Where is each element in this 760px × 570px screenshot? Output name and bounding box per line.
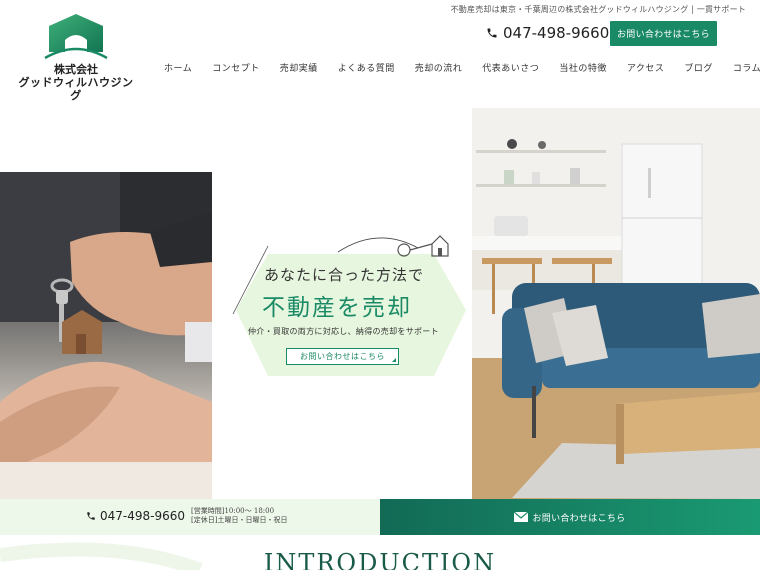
nav-item-blog[interactable]: ブログ — [684, 61, 713, 74]
page: 株式会社 グッドウィルハウジング 不動産売却は東京・千葉周辺の株式会社グッドウィ… — [0, 0, 760, 570]
hero-message-card: あなたに合った方法で 不動産を売却 仲介・買取の両方に対応し、納得の売却をサポー… — [228, 235, 466, 382]
hero-section: あなたに合った方法で 不動産を売却 仲介・買取の両方に対応し、納得の売却をサポー… — [0, 108, 760, 499]
phone-icon — [87, 512, 95, 520]
contact-bar-info: 047-498-9660 [営業時間]10:00～ 18:00 [定休日]土曜日… — [0, 499, 380, 535]
site-header: 株式会社 グッドウィルハウジング 不動産売却は東京・千葉周辺の株式会社グッドウィ… — [0, 0, 760, 108]
logo-name-text: グッドウィルハウジング — [18, 76, 134, 102]
nav-item-concept[interactable]: コンセプト — [212, 61, 260, 74]
introduction-title: INTRODUCTION — [263, 549, 497, 570]
header-phone-number: 047-498-9660 — [503, 24, 610, 42]
header-tagline: 不動産売却は東京・千葉周辺の株式会社グッドウィルハウジング | 一貫サポート — [450, 5, 746, 14]
site-logo[interactable]: 株式会社 グッドウィルハウジング — [14, 12, 138, 102]
mail-icon — [514, 512, 529, 522]
hero-contact-button[interactable]: お問い合わせはこちら — [286, 348, 399, 365]
phone-icon — [487, 28, 497, 38]
hero-headline-2: 不動産を売却 — [262, 295, 412, 321]
nav-item-faq[interactable]: よくある質問 — [338, 61, 395, 74]
nav-item-greeting[interactable]: 代表あいさつ — [482, 61, 539, 74]
contact-bar-phone-number: 047-498-9660 — [100, 509, 186, 523]
hero-image-living-room — [472, 108, 760, 499]
business-hours-line: [営業時間]10:00～ 18:00 — [191, 507, 275, 515]
nav-item-access[interactable]: アクセス — [627, 61, 665, 74]
contact-bar-button-label: お問い合わせはこちら — [532, 513, 626, 524]
nav-item-results[interactable]: 売却実績 — [280, 61, 318, 74]
hero-image-key-handover — [0, 172, 212, 499]
hero-headline-1: あなたに合った方法で — [264, 266, 425, 284]
holiday-line: [定休日]土曜日・日曜日・祝日 — [191, 516, 288, 524]
nav-item-home[interactable]: ホーム — [164, 61, 192, 74]
main-nav: ホーム コンセプト 売却実績 よくある質問 売却の流れ 代表あいさつ 当社の特徴… — [164, 61, 760, 74]
header-contact-button[interactable]: お問い合わせはこちら — [610, 21, 717, 46]
nav-item-column[interactable]: コラム — [733, 61, 760, 74]
business-hours: [営業時間]10:00～ 18:00 [定休日]土曜日・日曜日・祝日 — [191, 507, 287, 525]
header-phone[interactable]: 047-498-9660 — [486, 22, 609, 44]
contact-bar: 047-498-9660 [営業時間]10:00～ 18:00 [定休日]土曜日… — [0, 499, 760, 535]
logo-company-text: 株式会社 — [54, 63, 98, 76]
contact-bar-phone[interactable]: 047-498-9660 — [86, 509, 185, 523]
nav-item-features[interactable]: 当社の特徴 — [559, 61, 607, 74]
hero-subline: 仲介・買取の両方に対応し、納得の売却をサポート — [248, 327, 439, 336]
house-logo-icon — [44, 14, 108, 60]
contact-bar-button[interactable]: お問い合わせはこちら — [380, 499, 760, 535]
nav-item-flow[interactable]: 売却の流れ — [415, 61, 463, 74]
introduction-section: INTRODUCTION — [0, 535, 760, 570]
